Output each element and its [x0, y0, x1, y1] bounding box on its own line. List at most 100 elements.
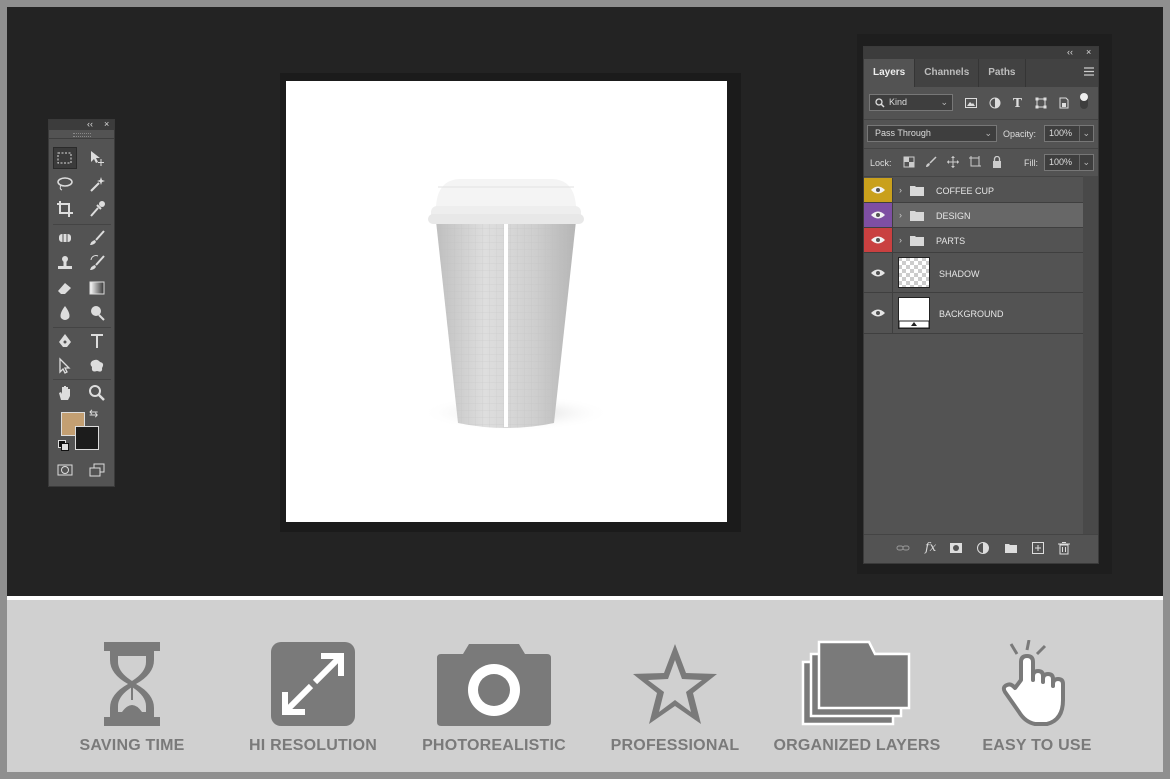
layer-row-parts[interactable]: › PARTS	[864, 228, 1083, 253]
collapse-icon[interactable]: ‹‹	[87, 119, 93, 129]
new-group-icon[interactable]	[1004, 541, 1018, 555]
opacity-label: Opacity:	[1003, 129, 1037, 139]
layer-row-background[interactable]: BACKGROUND	[864, 293, 1083, 334]
document-canvas[interactable]	[286, 81, 727, 522]
filter-row: Kind ⌄ T	[864, 87, 1098, 120]
link-layers-icon[interactable]	[896, 541, 910, 555]
pixel-filter-icon[interactable]	[965, 97, 977, 109]
layer-row-shadow[interactable]: SHADOW	[864, 253, 1083, 293]
lock-transparent-icon[interactable]	[903, 156, 915, 168]
zoom-icon[interactable]	[85, 382, 109, 404]
feature-label: EASY TO USE	[982, 737, 1092, 754]
layer-row-coffee-cup[interactable]: › COFFEE CUP	[864, 178, 1083, 203]
lock-artboard-icon[interactable]	[969, 156, 981, 168]
layer-mask-icon[interactable]	[949, 541, 963, 555]
screen-mode-icon[interactable]	[85, 459, 109, 481]
panel-grip[interactable]	[49, 130, 114, 139]
type-filter-icon[interactable]: T	[1013, 96, 1022, 110]
layers-panel: ‹‹ × Layers Channels Paths Kind ⌄ T Pass…	[863, 46, 1099, 564]
lock-pixels-icon[interactable]	[925, 156, 937, 168]
quick-mask-icon[interactable]	[53, 459, 77, 481]
expand-icon	[271, 642, 355, 726]
feature-label: SAVING TIME	[79, 737, 185, 754]
swap-colors-icon[interactable]: ⇆	[89, 407, 98, 420]
layers-scrollbar[interactable]	[1083, 176, 1098, 534]
folder-icon	[910, 211, 924, 221]
blend-row: Pass Through ⌄ Opacity: 100% ⌄	[864, 120, 1098, 147]
opacity-field[interactable]: 100% ⌄	[1044, 125, 1094, 142]
brush-icon[interactable]	[85, 227, 109, 249]
pen-icon[interactable]	[53, 330, 77, 352]
feature-professional: PROFESSIONAL	[590, 640, 760, 754]
expand-chevron-icon[interactable]: ›	[899, 210, 902, 220]
adjustment-layer-icon[interactable]	[976, 541, 990, 555]
magic-wand-icon[interactable]	[85, 173, 109, 195]
chevron-down-icon[interactable]: ⌄	[1079, 126, 1090, 141]
tools-panel-header: ‹‹ ×	[49, 119, 114, 130]
visibility-eye-icon[interactable]	[864, 178, 893, 202]
panel-menu-icon[interactable]	[1084, 67, 1094, 76]
healing-icon[interactable]	[53, 227, 77, 249]
fill-field[interactable]: 100% ⌄	[1044, 154, 1094, 171]
collapse-icon[interactable]: ‹‹	[1067, 47, 1073, 57]
tab-paths[interactable]: Paths	[979, 59, 1026, 87]
visibility-eye-icon[interactable]	[864, 253, 893, 292]
hand-icon[interactable]	[53, 382, 77, 404]
star-icon	[633, 644, 717, 724]
tab-layers[interactable]: Layers	[864, 59, 916, 87]
panel-title-bar: ‹‹ ×	[864, 47, 1098, 59]
shape-filter-icon[interactable]	[1035, 97, 1047, 109]
dodge-icon[interactable]	[85, 302, 109, 324]
smart-object-filter-icon[interactable]	[1058, 97, 1070, 109]
hourglass-icon	[104, 642, 160, 726]
layers-panel-dock: ‹‹ × Layers Channels Paths Kind ⌄ T Pass…	[857, 34, 1112, 574]
default-colors-icon[interactable]	[58, 440, 69, 451]
blur-icon[interactable]	[53, 302, 77, 324]
filter-kind-dropdown[interactable]: Kind ⌄	[869, 94, 953, 111]
expand-chevron-icon[interactable]: ›	[899, 235, 902, 245]
lock-all-icon[interactable]	[991, 156, 1003, 168]
fx-icon[interactable]: fx	[925, 540, 936, 554]
feature-saving-time: SAVING TIME	[47, 640, 217, 754]
close-icon[interactable]: ×	[104, 119, 109, 129]
folder-icon	[910, 186, 924, 196]
stamp-icon[interactable]	[53, 252, 77, 274]
lock-label: Lock:	[870, 158, 892, 168]
adjustment-filter-icon[interactable]	[989, 97, 1001, 109]
crop-icon[interactable]	[53, 198, 77, 220]
visibility-eye-icon[interactable]	[864, 203, 893, 227]
white-thumbnail	[898, 297, 930, 329]
blend-mode-value: Pass Through	[875, 128, 931, 138]
new-layer-icon[interactable]	[1031, 541, 1045, 555]
background-color-swatch[interactable]	[75, 426, 99, 450]
tools-panel: ‹‹ × ⇆	[48, 119, 115, 487]
chevron-down-icon[interactable]: ⌄	[1079, 155, 1090, 170]
layer-name: SHADOW	[939, 269, 980, 279]
type-icon[interactable]	[85, 330, 109, 352]
visibility-eye-icon[interactable]	[864, 293, 893, 333]
filter-toggle[interactable]	[1080, 93, 1088, 109]
blend-mode-dropdown[interactable]: Pass Through ⌄	[867, 125, 997, 142]
toolbox-divider	[53, 379, 111, 380]
lasso-icon[interactable]	[53, 173, 77, 195]
expand-chevron-icon[interactable]: ›	[899, 185, 902, 195]
feature-easy-to-use: EASY TO USE	[952, 640, 1122, 754]
path-select-icon[interactable]	[53, 355, 77, 377]
delete-layer-icon[interactable]	[1057, 541, 1071, 555]
eraser-icon[interactable]	[53, 277, 77, 299]
marquee-icon[interactable]	[53, 147, 77, 169]
move-icon[interactable]	[85, 147, 109, 169]
shape-icon[interactable]	[85, 355, 109, 377]
gradient-icon[interactable]	[85, 277, 109, 299]
feature-label: PHOTOREALISTIC	[422, 737, 566, 754]
opacity-value: 100%	[1049, 128, 1073, 138]
coffee-cup-mockup	[421, 179, 611, 431]
folders-icon	[801, 640, 911, 726]
close-icon[interactable]: ×	[1086, 47, 1091, 57]
tab-channels[interactable]: Channels	[915, 59, 980, 87]
visibility-eye-icon[interactable]	[864, 228, 893, 252]
history-brush-icon[interactable]	[85, 252, 109, 274]
layer-row-design[interactable]: › DESIGN	[864, 203, 1083, 228]
lock-position-icon[interactable]	[947, 156, 959, 168]
eyedropper-icon[interactable]	[85, 198, 109, 220]
